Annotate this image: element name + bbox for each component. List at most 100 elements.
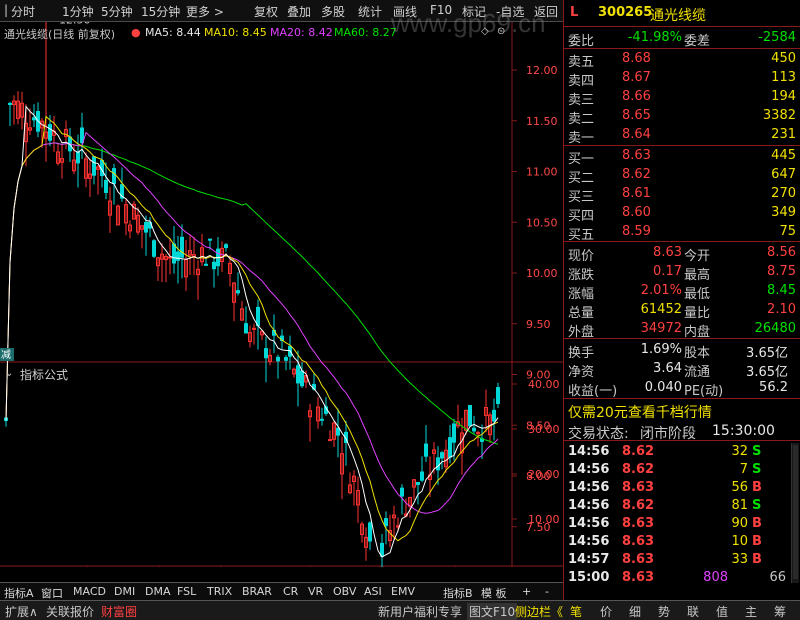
fund-label: 流通	[684, 365, 711, 380]
fund-row: 收益(一) 0.040 PE(动) 56.2	[564, 379, 800, 399]
tick-price: 8.62	[622, 444, 655, 459]
depth-promo[interactable]: 仅需20元查看千档行情	[564, 401, 800, 422]
tick-row: 14:56 8.62 81 S	[564, 497, 800, 515]
panel-tab-related[interactable]: 联	[687, 603, 699, 620]
multi-stock-button[interactable]: 多股	[321, 3, 345, 20]
overlay-button[interactable]: 叠加	[287, 3, 311, 20]
tab-fsl[interactable]: FSL	[177, 585, 196, 598]
statistics-button[interactable]: 统计	[358, 3, 382, 20]
tab-dma[interactable]: DMA	[145, 585, 171, 598]
candle-down	[80, 127, 84, 144]
tick-time: 15:00	[568, 570, 610, 585]
level-label: 买三	[568, 190, 595, 205]
tab-emv[interactable]: EMV	[391, 585, 415, 598]
adjust-button[interactable]: 复权	[254, 3, 278, 20]
level-price: 8.59	[622, 224, 651, 239]
tab-template[interactable]: 模 板	[481, 585, 507, 601]
panel-tab-trades[interactable]: 笔	[570, 603, 582, 620]
tab-15min[interactable]: 15分钟	[141, 3, 180, 20]
candle-down	[300, 370, 304, 387]
f10-graphic-button[interactable]: 图文F10	[467, 603, 518, 620]
indicator-title[interactable]: 指标公式	[20, 366, 68, 383]
candle-up	[252, 327, 256, 330]
panel-tab-value[interactable]: 值	[716, 603, 728, 620]
tick-scrollbar[interactable]	[791, 443, 799, 583]
expand-button[interactable]: 扩展∧	[5, 603, 38, 620]
price-tick-label: 12.00	[526, 64, 558, 77]
level-label: 卖四	[568, 74, 595, 89]
sidebar-toggle[interactable]: 侧边栏《	[515, 603, 563, 620]
weicha-value: -2584	[758, 30, 796, 45]
candle-down	[32, 117, 36, 121]
stat-value: 2.01%	[640, 283, 682, 298]
level-price: 8.66	[622, 89, 651, 104]
weibi-row: 委比 -41.98% 委差 -2584	[564, 29, 800, 49]
kline-canvas[interactable]: 12.0011.5011.0010.5010.009.509.008.508.0…	[0, 22, 563, 567]
stat-row: 现价 8.63 今开 8.56	[564, 244, 800, 264]
tick-price: 8.63	[622, 534, 655, 549]
tab-window[interactable]: 窗口	[41, 585, 63, 601]
stat-row: 涨幅 2.01% 最低 8.45	[564, 282, 800, 302]
candle-down	[76, 151, 80, 164]
candle-down	[256, 306, 260, 327]
stock-name: 通光线缆	[650, 8, 706, 24]
stat-value: 26480	[754, 321, 796, 336]
tick-count: 66	[769, 570, 786, 585]
stat-label: 最低	[684, 287, 711, 302]
fund-value: 56.2	[759, 380, 788, 395]
tab-obv[interactable]: OBV	[333, 585, 356, 598]
stat-row: 外盘 34972 内盘 26480	[564, 320, 800, 340]
tab-5min[interactable]: 5分钟	[101, 3, 133, 20]
candle-down	[208, 238, 212, 241]
kline-chart[interactable]: 12.00 11.50 11.00 10.50 10.00 9.50 9.00 8.50 8.0…	[0, 22, 563, 567]
level-price: 8.67	[622, 70, 651, 85]
candle-down	[336, 427, 340, 436]
tab-trix[interactable]: TRIX	[207, 585, 232, 598]
candle-down	[296, 365, 300, 384]
related-quotes-button[interactable]: 关联报价	[46, 603, 94, 620]
tick-price: 8.63	[622, 552, 655, 567]
add-indicator-button[interactable]: +	[522, 585, 531, 598]
ask-row: 卖四 8.67 113	[564, 69, 800, 89]
tab-indicator-a[interactable]: 指标A	[4, 585, 34, 601]
ma5-label: MA5: 8.44	[145, 26, 201, 39]
promo-link[interactable]: 新用户福利专享	[378, 603, 462, 620]
tab-1min[interactable]: 1分钟	[62, 3, 94, 20]
level-volume: 647	[771, 167, 796, 182]
tab-vr[interactable]: VR	[308, 585, 323, 598]
level-volume: 231	[771, 127, 796, 142]
panel-tab-trend[interactable]: 势	[658, 603, 670, 620]
divider	[564, 145, 800, 146]
more-periods-button[interactable]: 更多 >	[186, 3, 224, 20]
tab-intraday[interactable]: 分时	[11, 3, 35, 20]
indicator-collapse-icon[interactable]: ⌄	[5, 368, 13, 379]
tick-row: 14:56 8.62 7 S	[564, 461, 800, 479]
tick-price: 8.62	[622, 462, 655, 477]
scrollbar-thumb[interactable]	[793, 445, 798, 579]
tab-dmi[interactable]: DMI	[114, 585, 135, 598]
depth-promo-text[interactable]: 仅需20元查看千档行情	[568, 402, 712, 422]
candle-down	[384, 518, 388, 527]
tick-row: 14:56 8.63 56 B	[564, 479, 800, 497]
tab-brar[interactable]: BRAR	[242, 585, 272, 598]
remove-indicator-button[interactable]: -	[545, 585, 549, 598]
candle-down	[400, 487, 404, 497]
settings-icon[interactable]: ⊙	[497, 26, 505, 37]
tab-asi[interactable]: ASI	[364, 585, 382, 598]
wealth-circle-button[interactable]: 财富圈	[101, 603, 137, 620]
panel-tab-price[interactable]: 价	[600, 603, 612, 620]
level-volume: 113	[771, 70, 796, 85]
tab-indicator-b[interactable]: 指标B	[443, 585, 473, 601]
stat-value: 0.17	[653, 264, 682, 279]
divider	[564, 48, 800, 49]
level-price: 8.61	[622, 186, 651, 201]
panel-tab-chips[interactable]: 筹	[774, 603, 786, 620]
panel-tab-main[interactable]: 主	[745, 603, 757, 620]
bid-row: 买一 8.63 445	[564, 147, 800, 167]
diamond-icon[interactable]: ◇	[481, 26, 489, 37]
indicator-tab-bar: 指标A 窗口 MACD DMI DMA FSL TRIX BRAR CR VR …	[0, 582, 563, 600]
tab-cr[interactable]: CR	[283, 585, 298, 598]
panel-tab-detail[interactable]: 细	[629, 603, 641, 620]
candle-down	[276, 356, 280, 362]
tab-macd[interactable]: MACD	[73, 585, 106, 598]
